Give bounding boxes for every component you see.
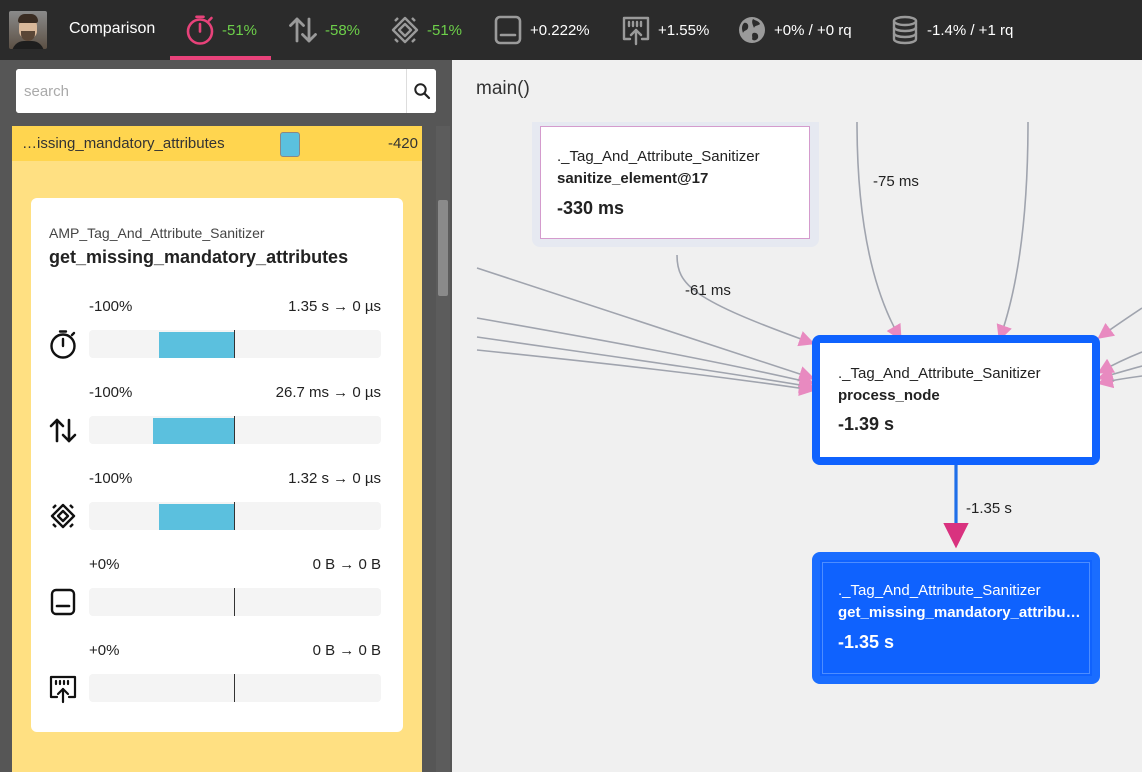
metric-value: +0.222% (530, 21, 590, 39)
metric-value: +0% / +0 rq (774, 21, 852, 39)
stat-bar-center (234, 416, 235, 444)
stat-percent: -100% (89, 298, 133, 315)
metric-value: -1.4% / +1 rq (927, 21, 1014, 39)
stat-change: 1.32 s → 0 µs (288, 470, 381, 487)
io-arrows-icon (289, 17, 317, 43)
node-process-node[interactable]: ._Tag_And_Attribute_Sanitizer process_no… (812, 335, 1100, 465)
cpu-chip-icon (50, 503, 76, 529)
avatar[interactable] (9, 11, 47, 49)
metric-value: -51% (427, 21, 463, 39)
stat-io: -100% 26.7 ms → 0 µs (31, 384, 403, 470)
stat-percent: +0% (89, 556, 120, 573)
stat-cpu: -100% 1.32 s → 0 µs (31, 470, 403, 556)
edge-label: -1.35 s (966, 500, 1012, 517)
stat-bar-fill (159, 504, 235, 530)
edge (996, 121, 1029, 342)
edge-label: -75 ms (873, 173, 919, 190)
stat-bar-center (234, 674, 235, 702)
edge (676, 254, 816, 347)
metric-value: -58% (325, 21, 361, 39)
io-arrows-icon (49, 418, 77, 443)
stat-network: +0% 0 B → 0 B (31, 642, 403, 728)
list-item[interactable]: …issing_mandatory_attributes -420 (12, 126, 422, 161)
node-function: process_node (838, 387, 940, 404)
memory-icon (50, 588, 76, 616)
metric-tab-network[interactable]: +1.55% (620, 0, 709, 60)
stat-bar-track (89, 416, 381, 444)
edge (476, 349, 816, 397)
function-list: …issing_mandatory_attributes -420 AMP_Ta… (12, 126, 422, 772)
metric-tab-http[interactable]: +0% / +0 rq (736, 0, 852, 60)
node-class: ._Tag_And_Attribute_Sanitizer (838, 582, 1041, 599)
metric-value: +1.55% (658, 21, 710, 39)
stat-bar-center (234, 588, 235, 616)
stat-time: -100% 1.35 s → 0 µs (31, 298, 403, 384)
search-button[interactable] (406, 69, 436, 113)
edge (856, 121, 902, 341)
metric-tab-sql[interactable]: -1.4% / +1 rq (889, 0, 1013, 60)
edge (476, 317, 816, 388)
stat-change: 0 B → 0 B (312, 642, 381, 659)
stat-change: 1.35 s → 0 µs (288, 298, 381, 315)
stat-bar-fill (153, 418, 235, 444)
edge (1096, 372, 1142, 389)
node-sanitize-element[interactable]: ._Tag_And_Attribute_Sanitizer sanitize_e… (540, 126, 810, 239)
metric-tab-io[interactable]: -58% (287, 0, 360, 60)
metric-tab-memory[interactable]: +0.222% (492, 0, 590, 60)
stat-memory: +0% 0 B → 0 B (31, 556, 403, 642)
stat-percent: +0% (89, 642, 120, 659)
search-input[interactable] (16, 69, 406, 113)
list-item-name: …issing_mandatory_attributes (22, 135, 225, 152)
detail-class-name: AMP_Tag_And_Attribute_Sanitizer (49, 225, 265, 241)
node-function: sanitize_element@17 (557, 170, 709, 187)
node-time: -1.35 s (838, 632, 895, 652)
sidebar: …issing_mandatory_attributes -420 AMP_Ta… (0, 60, 452, 772)
stat-percent: -100% (89, 384, 133, 401)
stat-change: 0 B → 0 B (312, 556, 381, 573)
stat-percent: -100% (89, 470, 133, 487)
metric-value: -51% (222, 21, 258, 39)
list-item-value: -420 (387, 135, 418, 152)
node-class: ._Tag_And_Attribute_Sanitizer (557, 148, 760, 165)
globe-icon (739, 17, 765, 43)
database-icon (892, 15, 918, 45)
stat-bar-track (89, 674, 381, 702)
graph-title: main() (476, 78, 530, 99)
node-time: -1.39 s (838, 414, 895, 434)
edge (1097, 307, 1142, 339)
page-title: Comparison (69, 20, 156, 37)
detail-card: AMP_Tag_And_Attribute_Sanitizer get_miss… (31, 198, 403, 732)
stat-bar-center (234, 330, 235, 358)
stat-bar-track (89, 502, 381, 530)
top-bar: Comparison -51% -58% -51% +0.222% +1.55%… (0, 0, 1142, 60)
stat-bar-fill (159, 332, 235, 358)
stat-bar-track (89, 330, 381, 358)
scrollbar-thumb[interactable] (438, 200, 448, 296)
stat-change: 26.7 ms → 0 µs (275, 384, 381, 401)
metric-tab-time[interactable]: -51% (184, 0, 257, 60)
network-icon (49, 675, 77, 704)
stat-bar-track (89, 588, 381, 616)
node-get-missing-mandatory-attributes[interactable]: ._Tag_And_Attribute_Sanitizer get_missin… (812, 552, 1100, 684)
network-icon (622, 16, 650, 46)
search-box (16, 69, 436, 113)
node-time: -330 ms (557, 198, 625, 218)
memory-icon (494, 15, 522, 45)
node-function: get_missing_mandatory_attributes (838, 604, 1084, 621)
detail-function-name: get_missing_mandatory_attributes (49, 247, 349, 267)
stat-bar-center (234, 502, 235, 530)
node-class: ._Tag_And_Attribute_Sanitizer (838, 365, 1041, 382)
stopwatch-icon (50, 330, 76, 359)
list-item-bar (280, 132, 300, 157)
stopwatch-icon (186, 15, 214, 45)
cpu-chip-icon (391, 16, 419, 44)
metric-tab-cpu[interactable]: -51% (389, 0, 462, 60)
search-icon (413, 83, 430, 100)
edge (1097, 351, 1142, 374)
call-graph[interactable]: main() ._Tag_And_Attribute_Sanitizer san… (452, 60, 1142, 772)
edge-label: -61 ms (685, 282, 731, 299)
